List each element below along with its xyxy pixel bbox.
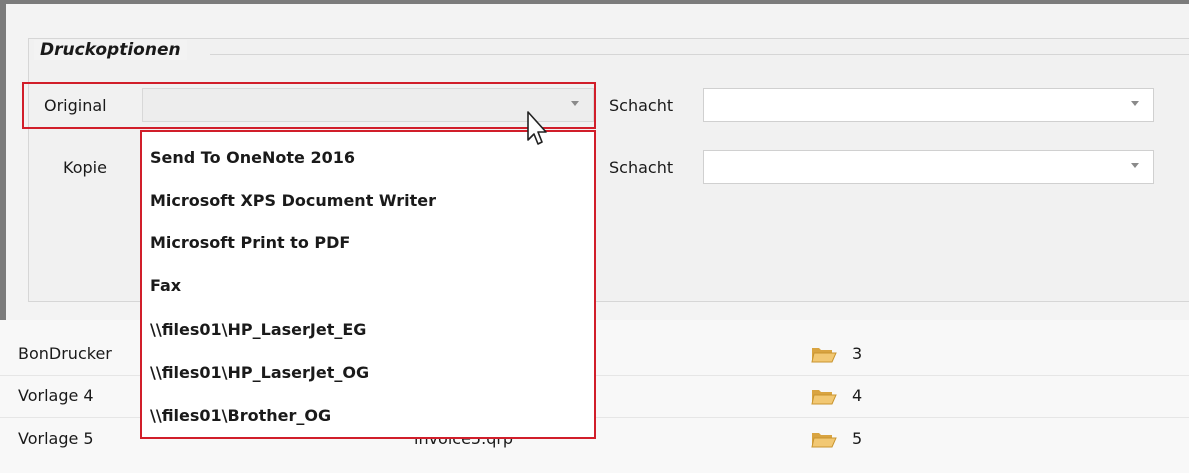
mouse-pointer-icon <box>527 111 547 145</box>
row-folder-number: 4 <box>852 386 863 405</box>
folder-open-icon[interactable] <box>811 345 837 363</box>
row-folder-number: 5 <box>852 429 863 448</box>
original-row-highlight <box>22 82 596 129</box>
group-title-divider <box>210 54 1189 55</box>
dropdown-option[interactable]: \\files01\Brother_OG <box>150 406 331 425</box>
window-border-left <box>0 0 6 320</box>
dropdown-option[interactable]: Microsoft XPS Document Writer <box>150 191 436 210</box>
original-schacht-label: Schacht <box>609 96 674 115</box>
dropdown-option[interactable]: \\files01\HP_LaserJet_EG <box>150 320 366 339</box>
dropdown-option[interactable]: Microsoft Print to PDF <box>150 233 350 252</box>
group-title: Druckoptionen <box>34 40 187 60</box>
kopie-schacht-combo[interactable] <box>703 150 1154 184</box>
window-border-top <box>0 0 1189 4</box>
dropdown-option[interactable]: \\files01\HP_LaserJet_OG <box>150 363 369 382</box>
chevron-down-icon[interactable] <box>1131 101 1139 106</box>
kopie-label: Kopie <box>63 158 107 177</box>
kopie-schacht-label: Schacht <box>609 158 674 177</box>
chevron-down-icon[interactable] <box>1131 163 1139 168</box>
row-folder-number: 3 <box>852 344 863 363</box>
row-name: Vorlage 5 <box>18 429 94 448</box>
row-name: BonDrucker <box>18 344 112 363</box>
dropdown-option[interactable]: Send To OneNote 2016 <box>150 148 355 167</box>
printer-dropdown-list[interactable]: Send To OneNote 2016 Microsoft XPS Docum… <box>140 130 596 439</box>
original-schacht-combo[interactable] <box>703 88 1154 122</box>
folder-open-icon[interactable] <box>811 387 837 405</box>
dropdown-option[interactable]: Fax <box>150 276 181 295</box>
row-name: Vorlage 4 <box>18 386 94 405</box>
folder-open-icon[interactable] <box>811 430 837 448</box>
